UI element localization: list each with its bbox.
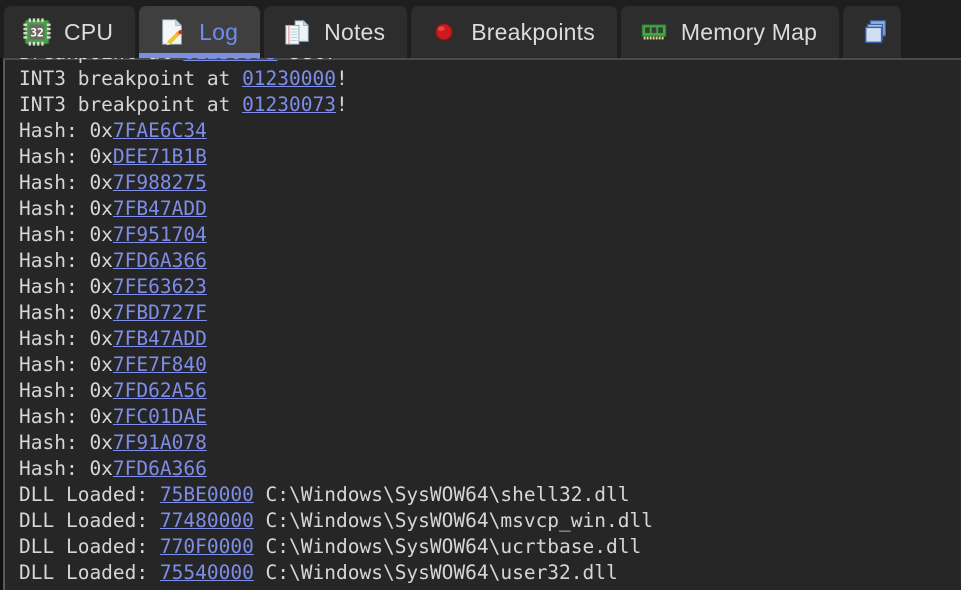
- tab-label: Notes: [324, 18, 386, 45]
- memory-ram-stick-icon: [639, 17, 669, 47]
- log-line[interactable]: Hash: 0x7F91A078: [19, 430, 961, 456]
- log-text: Breakpoint at: [19, 58, 183, 64]
- log-address-link[interactable]: 7FD6A366: [113, 457, 207, 480]
- log-line[interactable]: DLL Loaded: 75540000 C:\Windows\SysWOW64…: [19, 560, 961, 586]
- cpu-chip-icon: 32: [22, 17, 52, 47]
- log-text: Hash: 0x: [19, 145, 113, 168]
- log-line[interactable]: INT3 breakpoint at 01230000!: [19, 66, 961, 92]
- tab-label: Memory Map: [680, 18, 818, 45]
- log-address-link[interactable]: 7FD62A56: [113, 379, 207, 402]
- log-line[interactable]: Hash: 0xDEE71B1B: [19, 144, 961, 170]
- log-address-link[interactable]: 7FB47ADD: [113, 327, 207, 350]
- log-address-link[interactable]: 01230073: [183, 58, 277, 64]
- log-address-link[interactable]: 01230000: [242, 67, 336, 90]
- log-text: !: [335, 67, 348, 90]
- log-line[interactable]: DLL Loaded: 75BE0000 C:\Windows\SysWOW64…: [19, 482, 961, 508]
- log-text: !: [335, 93, 348, 116]
- log-text: Hash: 0x: [19, 353, 113, 376]
- log-text: INT3 breakpoint at: [19, 67, 243, 90]
- tab-label: Breakpoints: [471, 18, 595, 45]
- log-address-link[interactable]: 7FE7F840: [113, 353, 207, 376]
- log-line[interactable]: Hash: 0x7FC01DAE: [19, 404, 961, 430]
- notes-pages-icon: [282, 17, 312, 47]
- log-line[interactable]: Hash: 0x7FD6A366: [19, 456, 961, 482]
- log-address-link[interactable]: 75BE0000: [160, 483, 254, 506]
- log-text: Hash: 0x: [19, 119, 113, 142]
- tab-bar: 32 CPU Log Notes Breakpoints Memory Map: [0, 0, 961, 58]
- call-stack-blue-icon: [861, 17, 891, 47]
- log-text: Hash: 0x: [19, 379, 113, 402]
- log-text: DLL Loaded:: [19, 483, 160, 506]
- log-address-link[interactable]: DEE71B1B: [113, 145, 207, 168]
- tab-cpu[interactable]: 32 CPU: [4, 6, 136, 58]
- log-text: Hash: 0x: [19, 223, 113, 246]
- log-line[interactable]: Hash: 0x7FAE6C34: [19, 118, 961, 144]
- tab-notes[interactable]: Notes: [264, 6, 408, 58]
- log-text: DLL Loaded:: [19, 509, 160, 532]
- log-text: C:\Windows\SysWOW64\msvcp_win.dll: [253, 509, 653, 532]
- log-text: INT3 breakpoint at: [19, 93, 243, 116]
- svg-text:32: 32: [30, 27, 44, 40]
- log-panel: Breakpoint at 01230073 set!INT3 breakpoi…: [0, 58, 961, 590]
- log-line[interactable]: INT3 breakpoint at 01230073!: [19, 92, 961, 118]
- log-text: DLL Loaded:: [19, 561, 160, 584]
- log-line[interactable]: Hash: 0x7FE7F840: [19, 352, 961, 378]
- log-text: Hash: 0x: [19, 275, 113, 298]
- log-address-link[interactable]: 7FAE6C34: [113, 119, 207, 142]
- log-scroll-area[interactable]: Breakpoint at 01230073 set!INT3 breakpoi…: [5, 58, 961, 590]
- log-line[interactable]: DLL Loaded: 77480000 C:\Windows\SysWOW64…: [19, 508, 961, 534]
- tab-label: CPU: [64, 18, 114, 45]
- tab-overflow[interactable]: [843, 6, 902, 58]
- log-address-link[interactable]: 7F988275: [113, 171, 207, 194]
- log-address-link[interactable]: 7FBD727F: [113, 301, 207, 324]
- log-text: Hash: 0x: [19, 171, 113, 194]
- red-dot-breakpoint-icon: [429, 17, 459, 47]
- log-line[interactable]: Hash: 0x7FB47ADD: [19, 196, 961, 222]
- log-line[interactable]: DLL Loaded: 770F0000 C:\Windows\SysWOW64…: [19, 534, 961, 560]
- log-address-link[interactable]: 75540000: [160, 561, 254, 584]
- log-text-output[interactable]: Breakpoint at 01230073 set!INT3 breakpoi…: [5, 58, 961, 586]
- log-text: Hash: 0x: [19, 301, 113, 324]
- log-line[interactable]: Hash: 0x7FBD727F: [19, 300, 961, 326]
- log-line[interactable]: Hash: 0x7FE63623: [19, 274, 961, 300]
- log-text: Hash: 0x: [19, 197, 113, 220]
- log-address-link[interactable]: 7FB47ADD: [113, 197, 207, 220]
- log-text: C:\Windows\SysWOW64\shell32.dll: [253, 483, 630, 506]
- tab-log[interactable]: Log: [139, 6, 261, 58]
- tab-memory-map[interactable]: Memory Map: [620, 6, 840, 58]
- log-text: Hash: 0x: [19, 457, 113, 480]
- log-text: DLL Loaded:: [19, 535, 160, 558]
- log-text: Hash: 0x: [19, 431, 113, 454]
- log-line[interactable]: Breakpoint at 01230073 set!: [19, 58, 961, 66]
- log-address-link[interactable]: 7FD6A366: [113, 249, 207, 272]
- log-text: Hash: 0x: [19, 249, 113, 272]
- log-text: C:\Windows\SysWOW64\ucrtbase.dll: [253, 535, 642, 558]
- log-line[interactable]: Hash: 0x7F988275: [19, 170, 961, 196]
- log-address-link[interactable]: 01230073: [242, 93, 336, 116]
- log-line[interactable]: Hash: 0x7FB47ADD: [19, 326, 961, 352]
- log-address-link[interactable]: 7FE63623: [113, 275, 207, 298]
- log-address-link[interactable]: 77480000: [160, 509, 254, 532]
- log-page-pencil-icon: [157, 17, 187, 47]
- log-text: Hash: 0x: [19, 405, 113, 428]
- log-address-link[interactable]: 7F951704: [113, 223, 207, 246]
- tab-label: Log: [199, 18, 239, 45]
- log-line[interactable]: Hash: 0x7FD62A56: [19, 378, 961, 404]
- log-line[interactable]: Hash: 0x7F951704: [19, 222, 961, 248]
- log-address-link[interactable]: 7F91A078: [113, 431, 207, 454]
- tab-breakpoints[interactable]: Breakpoints: [411, 6, 617, 58]
- log-line[interactable]: Hash: 0x7FD6A366: [19, 248, 961, 274]
- log-address-link[interactable]: 770F0000: [160, 535, 254, 558]
- log-address-link[interactable]: 7FC01DAE: [113, 405, 207, 428]
- log-text: C:\Windows\SysWOW64\user32.dll: [253, 561, 618, 584]
- log-text: Hash: 0x: [19, 327, 113, 350]
- log-text: set!: [277, 58, 336, 64]
